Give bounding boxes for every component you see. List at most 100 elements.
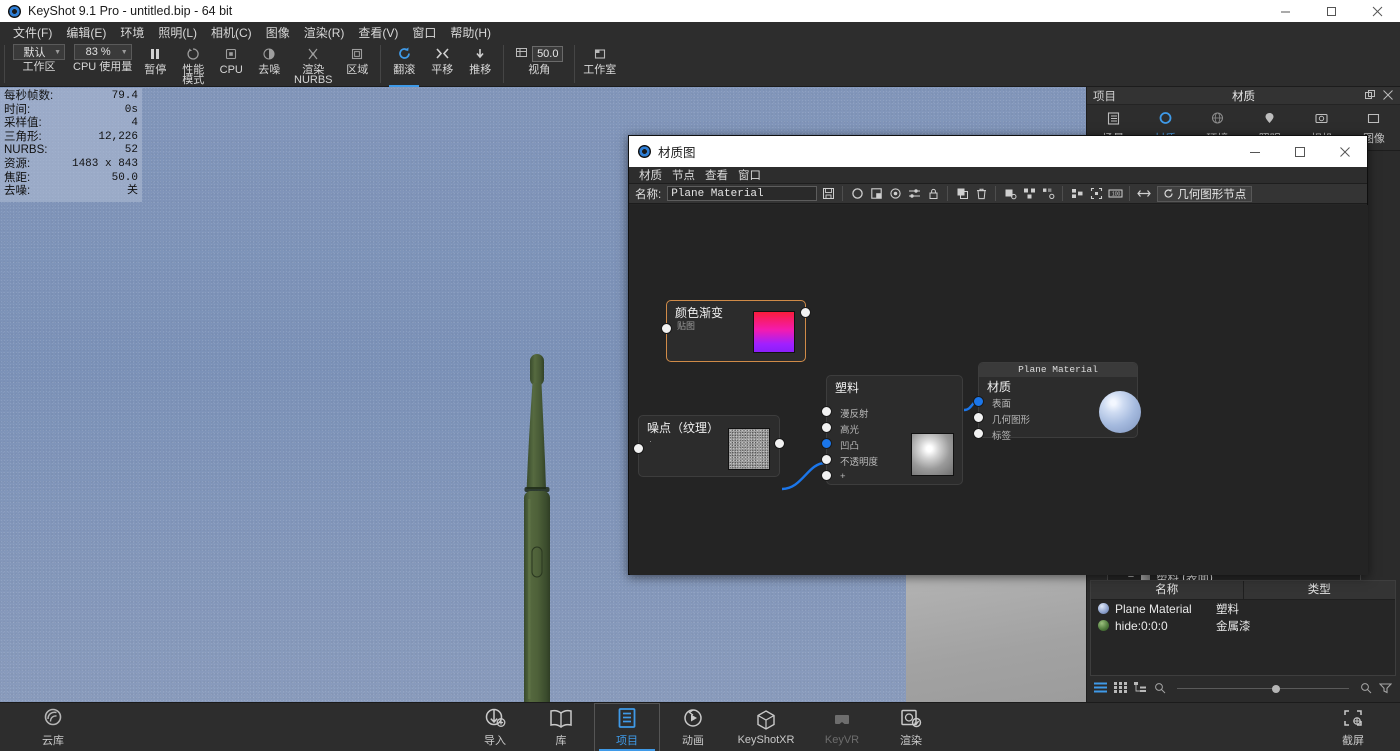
toolbar-tumble[interactable]: 翻滚 (385, 42, 423, 87)
align-icon[interactable] (1069, 186, 1085, 202)
menu-window[interactable]: 窗口 (405, 22, 443, 43)
toolbar-pan[interactable]: 平移 (423, 42, 461, 87)
node-noise-texture[interactable]: 噪点（纹理） · (633, 415, 785, 477)
copy-icon[interactable] (954, 186, 970, 202)
material-sphere-preview (1099, 391, 1141, 433)
lock-icon[interactable] (925, 186, 941, 202)
geometry-node-button[interactable]: 几何图形节点 (1157, 185, 1253, 202)
save-icon[interactable] (820, 186, 836, 202)
studio-label: 工作室 (583, 64, 617, 76)
zoom-in-icon[interactable] (1360, 682, 1372, 697)
node-plane-material[interactable]: Plane Material 材质 表面 几何图形 标签 (973, 362, 1141, 442)
screenshot-button[interactable]: 截屏 (1320, 703, 1386, 751)
port-label-tag-text: 标签 (992, 431, 1012, 442)
tree-view-icon[interactable] (1134, 682, 1147, 696)
table-row[interactable]: Plane Material 塑料 (1091, 600, 1395, 617)
close-button[interactable] (1322, 136, 1367, 167)
menu-lighting[interactable]: 照明(L) (151, 22, 204, 43)
menu-file[interactable]: 文件(F) (6, 22, 59, 43)
toolbar-performance-mode[interactable]: 性能 模式 (174, 42, 212, 87)
maximize-button[interactable] (1277, 136, 1322, 167)
port-bump[interactable] (821, 438, 832, 449)
node-group-icon[interactable] (1021, 186, 1037, 202)
keyshotxr-button[interactable]: KeyShotXR (726, 703, 806, 751)
material-name-input[interactable]: Plane Material (667, 186, 818, 201)
port-input[interactable] (633, 443, 644, 454)
menu-edit[interactable]: 编辑(E) (59, 22, 113, 43)
port-specular[interactable] (821, 422, 832, 433)
float-icon[interactable] (1365, 89, 1375, 103)
toolbar-studio[interactable]: 工作室 (579, 42, 620, 87)
toolbar-workspace[interactable]: 默认 ▼ 工作区 (9, 42, 69, 87)
minimize-button[interactable] (1262, 0, 1308, 22)
node-graph-canvas[interactable]: 颜色渐变 贴图 噪点（纹理） · 塑料 漫反射 高光 凹凸 不透明度 + Pla… (630, 205, 1368, 575)
mg-menu-node[interactable]: 节点 (669, 167, 698, 183)
node-plastic[interactable]: 塑料 漫反射 高光 凹凸 不透明度 + (821, 375, 963, 485)
minimize-button[interactable] (1232, 136, 1277, 167)
toolbar-region[interactable]: 区域 (338, 42, 376, 87)
node-add-icon[interactable] (1002, 186, 1018, 202)
table-row[interactable]: hide:0:0:0 金属漆 (1091, 617, 1395, 634)
menu-camera[interactable]: 相机(C) (204, 22, 259, 43)
port-input-map[interactable] (661, 323, 672, 334)
circle-icon[interactable] (887, 186, 903, 202)
slider-knob[interactable] (1271, 685, 1280, 693)
fit-icon[interactable] (1088, 186, 1104, 202)
project-button[interactable]: 项目 (594, 702, 660, 751)
port-diffuse[interactable] (821, 406, 832, 417)
workspace-select[interactable]: 默认 ▼ (13, 44, 65, 60)
port-surface[interactable] (973, 396, 984, 407)
flatten-icon[interactable] (1136, 186, 1152, 202)
port-label-tag[interactable] (973, 428, 984, 439)
toolbar-divider (1062, 186, 1064, 201)
zoom-out-icon[interactable] (1154, 682, 1166, 697)
sliders-icon[interactable] (906, 186, 922, 202)
node-color-gradient[interactable]: 颜色渐变 贴图 (661, 300, 811, 362)
close-icon[interactable] (1383, 89, 1393, 103)
menu-help[interactable]: 帮助(H) (443, 22, 498, 43)
column-type[interactable]: 类型 (1244, 581, 1396, 599)
import-button[interactable]: 导入 (462, 703, 528, 751)
cpu-usage-select[interactable]: 83 % ▼ (73, 44, 132, 60)
toolbar-pause[interactable]: 暂停 (136, 42, 174, 87)
render-button[interactable]: 渲染 (878, 703, 944, 751)
toolbar-cpu-usage[interactable]: 83 % ▼ CPU 使用量 (69, 42, 136, 87)
frame-icon[interactable]: 100 (1107, 186, 1123, 202)
close-button[interactable] (1354, 0, 1400, 22)
library-button[interactable]: 库 (528, 703, 594, 751)
port-output[interactable] (774, 438, 785, 449)
column-name[interactable]: 名称 (1091, 581, 1244, 599)
port-add[interactable] (821, 470, 832, 481)
mg-menu-window[interactable]: 窗口 (735, 167, 764, 183)
toolbar-dolly[interactable]: 推移 (461, 42, 499, 87)
menu-view[interactable]: 查看(V) (351, 22, 405, 43)
dock-left-label[interactable]: 项目 (1087, 88, 1116, 104)
filter-icon[interactable] (1378, 682, 1393, 697)
pause-label: 暂停 (144, 64, 167, 76)
trash-icon[interactable] (973, 186, 989, 202)
keyvr-button[interactable]: KeyVR (806, 703, 878, 751)
grid-view-icon[interactable] (1114, 682, 1127, 696)
maximize-button[interactable] (1308, 0, 1354, 22)
animation-button[interactable]: 动画 (660, 703, 726, 751)
node-clean-icon[interactable] (1040, 186, 1056, 202)
fov-value[interactable]: 50.0 (532, 45, 564, 62)
mg-menu-view[interactable]: 查看 (702, 167, 731, 183)
thumbnail-size-slider[interactable] (1177, 684, 1349, 694)
mg-menu-material[interactable]: 材质 (636, 167, 665, 183)
port-geometry[interactable] (973, 412, 984, 423)
port-opacity[interactable] (821, 454, 832, 465)
menu-image[interactable]: 图像 (259, 22, 297, 43)
toolbar-gpu[interactable]: CPU (212, 42, 250, 87)
sphere-icon[interactable] (849, 186, 865, 202)
toolbar-denoise[interactable]: 去噪 (250, 42, 288, 87)
menu-render[interactable]: 渲染(R) (297, 22, 352, 43)
list-view-icon[interactable] (1094, 682, 1107, 696)
keyshotxr-label: KeyShotXR (737, 734, 795, 746)
port-output[interactable] (800, 307, 811, 318)
cloud-library-button[interactable]: 云库 (20, 703, 86, 751)
square-icon[interactable] (868, 186, 884, 202)
menu-environment[interactable]: 环境 (113, 22, 151, 43)
toolbar-render-nurbs[interactable]: 渲染 NURBS (288, 42, 338, 87)
toolbar-fov[interactable]: 50.0 视角 (508, 42, 570, 87)
